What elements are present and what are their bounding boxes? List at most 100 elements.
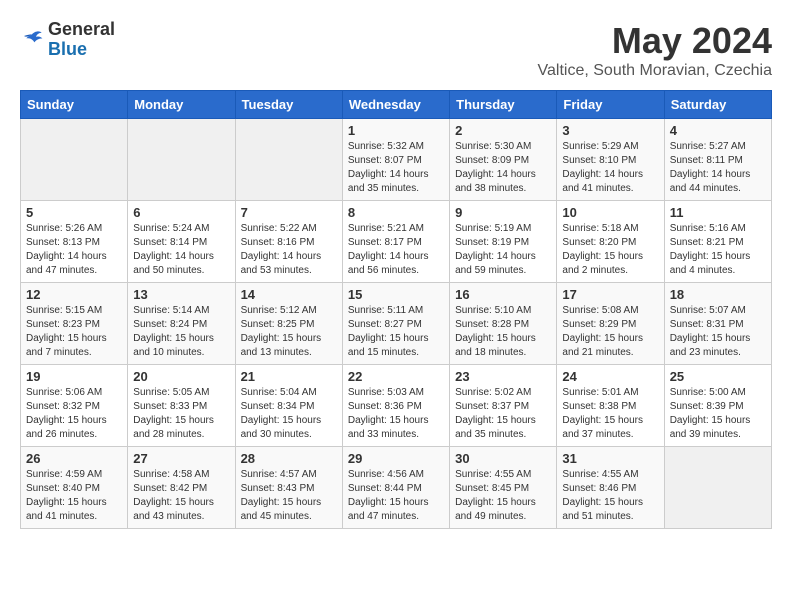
day-number: 26	[26, 451, 122, 466]
weekday-header: Saturday	[664, 91, 771, 119]
day-info: Sunrise: 5:07 AM Sunset: 8:31 PM Dayligh…	[670, 304, 766, 360]
day-number: 21	[241, 369, 337, 384]
day-info: Sunrise: 5:03 AM Sunset: 8:36 PM Dayligh…	[348, 386, 444, 442]
day-info: Sunrise: 4:56 AM Sunset: 8:44 PM Dayligh…	[348, 468, 444, 524]
calendar-cell: 22 Sunrise: 5:03 AM Sunset: 8:36 PM Dayli…	[342, 365, 449, 447]
calendar-cell: 16 Sunrise: 5:10 AM Sunset: 8:28 PM Dayli…	[450, 283, 557, 365]
calendar-cell: 14Sunrise: 5:12 AM Sunset: 8:25 PM Dayli…	[235, 283, 342, 365]
calendar-cell	[128, 119, 235, 201]
calendar-cell: 15 Sunrise: 5:11 AM Sunset: 8:27 PM Dayli…	[342, 283, 449, 365]
day-number: 30	[455, 451, 551, 466]
day-info: Sunrise: 5:29 AM Sunset: 8:10 PM Dayligh…	[562, 140, 658, 196]
day-info: Sunrise: 4:58 AM Sunset: 8:42 PM Dayligh…	[133, 468, 229, 524]
day-number: 22	[348, 369, 444, 384]
logo-bird-icon	[20, 28, 44, 52]
calendar-cell: 30 Sunrise: 4:55 AM Sunset: 8:45 PM Dayli…	[450, 447, 557, 529]
day-number: 20	[133, 369, 229, 384]
calendar-week-row: 26Sunrise: 4:59 AM Sunset: 8:40 PM Dayli…	[21, 447, 772, 529]
calendar-cell: 26Sunrise: 4:59 AM Sunset: 8:40 PM Dayli…	[21, 447, 128, 529]
day-info: Sunrise: 5:01 AM Sunset: 8:38 PM Dayligh…	[562, 386, 658, 442]
logo-blue: Blue	[48, 40, 115, 60]
calendar-cell: 12Sunrise: 5:15 AM Sunset: 8:23 PM Dayli…	[21, 283, 128, 365]
calendar-cell: 31Sunrise: 4:55 AM Sunset: 8:46 PM Dayli…	[557, 447, 664, 529]
calendar-cell: 7Sunrise: 5:22 AM Sunset: 8:16 PM Daylig…	[235, 201, 342, 283]
calendar-week-row: 19 Sunrise: 5:06 AM Sunset: 8:32 PM Dayli…	[21, 365, 772, 447]
calendar-cell: 24 Sunrise: 5:01 AM Sunset: 8:38 PM Dayli…	[557, 365, 664, 447]
weekday-header: Wednesday	[342, 91, 449, 119]
calendar-cell: 13 Sunrise: 5:14 AM Sunset: 8:24 PM Dayli…	[128, 283, 235, 365]
day-info: Sunrise: 5:06 AM Sunset: 8:32 PM Dayligh…	[26, 386, 122, 442]
day-number: 24	[562, 369, 658, 384]
day-number: 17	[562, 287, 658, 302]
calendar-cell: 29 Sunrise: 4:56 AM Sunset: 8:44 PM Dayli…	[342, 447, 449, 529]
calendar-cell: 27 Sunrise: 4:58 AM Sunset: 8:42 PM Dayli…	[128, 447, 235, 529]
day-info: Sunrise: 5:10 AM Sunset: 8:28 PM Dayligh…	[455, 304, 551, 360]
day-number: 9	[455, 205, 551, 220]
calendar-week-row: 5 Sunrise: 5:26 AM Sunset: 8:13 PM Daylig…	[21, 201, 772, 283]
calendar-cell	[21, 119, 128, 201]
calendar-cell: 4 Sunrise: 5:27 AM Sunset: 8:11 PM Daylig…	[664, 119, 771, 201]
calendar-cell	[664, 447, 771, 529]
calendar-cell: 23Sunrise: 5:02 AM Sunset: 8:37 PM Dayli…	[450, 365, 557, 447]
day-number: 8	[348, 205, 444, 220]
day-number: 12	[26, 287, 122, 302]
day-number: 15	[348, 287, 444, 302]
weekday-header: Sunday	[21, 91, 128, 119]
day-number: 11	[670, 205, 766, 220]
day-info: Sunrise: 5:05 AM Sunset: 8:33 PM Dayligh…	[133, 386, 229, 442]
day-info: Sunrise: 5:26 AM Sunset: 8:13 PM Dayligh…	[26, 222, 122, 278]
day-info: Sunrise: 5:11 AM Sunset: 8:27 PM Dayligh…	[348, 304, 444, 360]
weekday-header-row: SundayMondayTuesdayWednesdayThursdayFrid…	[21, 91, 772, 119]
calendar-cell: 3 Sunrise: 5:29 AM Sunset: 8:10 PM Daylig…	[557, 119, 664, 201]
day-number: 25	[670, 369, 766, 384]
day-info: Sunrise: 5:08 AM Sunset: 8:29 PM Dayligh…	[562, 304, 658, 360]
calendar-cell: 20 Sunrise: 5:05 AM Sunset: 8:33 PM Dayli…	[128, 365, 235, 447]
day-number: 27	[133, 451, 229, 466]
day-info: Sunrise: 5:30 AM Sunset: 8:09 PM Dayligh…	[455, 140, 551, 196]
calendar-cell: 6 Sunrise: 5:24 AM Sunset: 8:14 PM Daylig…	[128, 201, 235, 283]
day-info: Sunrise: 5:19 AM Sunset: 8:19 PM Dayligh…	[455, 222, 551, 278]
calendar-cell	[235, 119, 342, 201]
day-number: 3	[562, 123, 658, 138]
calendar-cell: 19 Sunrise: 5:06 AM Sunset: 8:32 PM Dayli…	[21, 365, 128, 447]
day-number: 5	[26, 205, 122, 220]
day-info: Sunrise: 4:55 AM Sunset: 8:45 PM Dayligh…	[455, 468, 551, 524]
calendar-cell: 18 Sunrise: 5:07 AM Sunset: 8:31 PM Dayli…	[664, 283, 771, 365]
calendar-cell: 9 Sunrise: 5:19 AM Sunset: 8:19 PM Daylig…	[450, 201, 557, 283]
calendar-cell: 25 Sunrise: 5:00 AM Sunset: 8:39 PM Dayli…	[664, 365, 771, 447]
day-number: 4	[670, 123, 766, 138]
calendar-cell: 21 Sunrise: 5:04 AM Sunset: 8:34 PM Dayli…	[235, 365, 342, 447]
day-info: Sunrise: 5:27 AM Sunset: 8:11 PM Dayligh…	[670, 140, 766, 196]
calendar-cell: 5 Sunrise: 5:26 AM Sunset: 8:13 PM Daylig…	[21, 201, 128, 283]
calendar-table: SundayMondayTuesdayWednesdayThursdayFrid…	[20, 90, 772, 529]
day-info: Sunrise: 5:04 AM Sunset: 8:34 PM Dayligh…	[241, 386, 337, 442]
logo-text: General Blue	[48, 20, 115, 60]
title-block: May 2024 Valtice, South Moravian, Czechi…	[538, 20, 772, 80]
day-number: 10	[562, 205, 658, 220]
day-number: 16	[455, 287, 551, 302]
day-number: 6	[133, 205, 229, 220]
day-number: 1	[348, 123, 444, 138]
day-number: 13	[133, 287, 229, 302]
calendar-cell: 11 Sunrise: 5:16 AM Sunset: 8:21 PM Dayli…	[664, 201, 771, 283]
weekday-header: Thursday	[450, 91, 557, 119]
day-info: Sunrise: 5:00 AM Sunset: 8:39 PM Dayligh…	[670, 386, 766, 442]
logo-general: General	[48, 20, 115, 40]
calendar-cell: 17 Sunrise: 5:08 AM Sunset: 8:29 PM Dayli…	[557, 283, 664, 365]
calendar-cell: 28Sunrise: 4:57 AM Sunset: 8:43 PM Dayli…	[235, 447, 342, 529]
day-info: Sunrise: 5:16 AM Sunset: 8:21 PM Dayligh…	[670, 222, 766, 278]
day-info: Sunrise: 5:14 AM Sunset: 8:24 PM Dayligh…	[133, 304, 229, 360]
day-number: 19	[26, 369, 122, 384]
day-info: Sunrise: 5:18 AM Sunset: 8:20 PM Dayligh…	[562, 222, 658, 278]
page-header: General Blue May 2024 Valtice, South Mor…	[20, 20, 772, 80]
day-number: 28	[241, 451, 337, 466]
day-number: 2	[455, 123, 551, 138]
day-number: 18	[670, 287, 766, 302]
weekday-header: Tuesday	[235, 91, 342, 119]
day-info: Sunrise: 5:22 AM Sunset: 8:16 PM Dayligh…	[241, 222, 337, 278]
day-number: 14	[241, 287, 337, 302]
calendar-cell: 2 Sunrise: 5:30 AM Sunset: 8:09 PM Daylig…	[450, 119, 557, 201]
day-number: 29	[348, 451, 444, 466]
day-info: Sunrise: 5:24 AM Sunset: 8:14 PM Dayligh…	[133, 222, 229, 278]
logo: General Blue	[20, 20, 115, 60]
